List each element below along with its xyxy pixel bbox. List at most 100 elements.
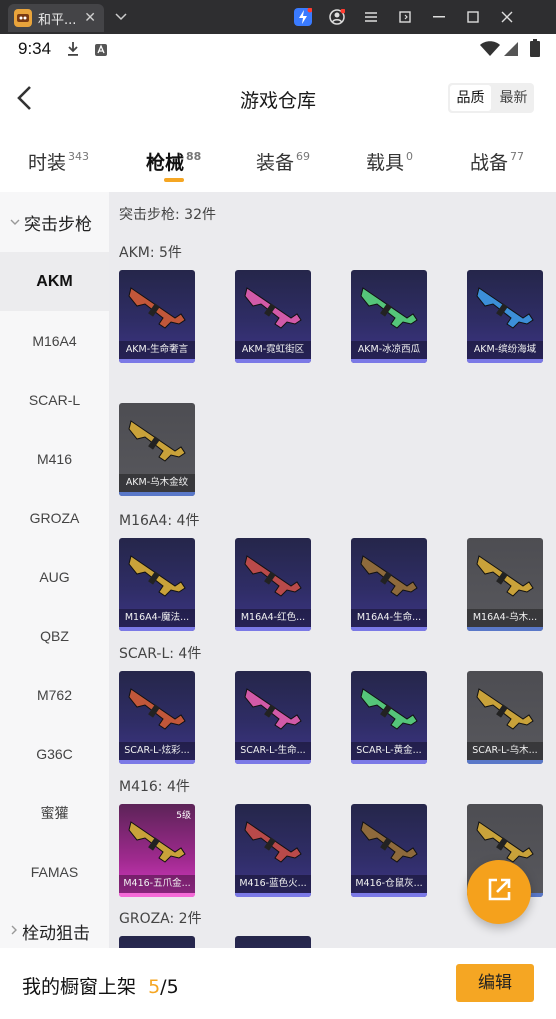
sidebar-group-assault-rifles[interactable]: 突击步枪	[0, 192, 109, 252]
tab-fashion[interactable]: 时装 343	[28, 148, 89, 175]
status-time: 9:34	[18, 39, 52, 58]
sidebar-item-famas[interactable]: FAMAS	[0, 842, 109, 901]
tab-supplies[interactable]: 战备 77	[470, 148, 524, 175]
rifle-icon	[244, 287, 302, 329]
app-header: 游戏仓库 品质 最新	[0, 64, 556, 132]
showcase-bar: 我的橱窗上架 5/5 编辑	[0, 948, 556, 1019]
level-badge: 5级	[176, 811, 191, 821]
sidebar-item-g36c[interactable]: G36C	[0, 724, 109, 783]
item-card-label: M16A4-魔法...	[119, 609, 195, 627]
section-title: 突击步枪: 32件	[119, 207, 216, 223]
rifle-icon	[476, 688, 534, 730]
tab-label: 装备	[256, 152, 295, 174]
tab-close-icon[interactable]: ✕	[84, 10, 96, 26]
sidebar-item-honey-badger[interactable]: 蜜獾	[0, 783, 109, 842]
rarity-bar	[467, 760, 543, 764]
group-title: AKM: 5件	[119, 245, 182, 261]
sidebar-group-bolt-snipers[interactable]: 栓动狙击	[0, 901, 109, 948]
showcase-total-count: 5	[166, 976, 179, 998]
item-card[interactable]: AKM-霓虹街区	[235, 270, 311, 363]
item-card[interactable]: M416-蓝色火...	[235, 804, 311, 897]
tab-dropdown-icon[interactable]	[112, 8, 130, 26]
item-card-label: M416-仓鼠灰...	[351, 875, 427, 893]
sidebar-item-groza[interactable]: GROZA	[0, 488, 109, 547]
share-button[interactable]	[467, 860, 531, 924]
chevron-right-icon	[10, 924, 18, 938]
rarity-bar	[467, 359, 543, 363]
rifle-icon	[244, 555, 302, 597]
item-card[interactable]: AKM-缤纷海域	[467, 270, 543, 363]
rifle-icon	[476, 555, 534, 597]
item-card[interactable]: M16A4-生命...	[351, 538, 427, 631]
tab-guns[interactable]: 枪械 88	[146, 148, 201, 175]
account-icon[interactable]	[328, 8, 346, 26]
showcase-status: 我的橱窗上架 5/5	[22, 972, 179, 999]
rarity-bar	[235, 893, 311, 897]
item-card[interactable]: M16A4-红色...	[235, 538, 311, 631]
sidebar-item-m16a4[interactable]: M16A4	[0, 311, 109, 370]
sort-latest-button[interactable]: 最新	[493, 83, 534, 113]
app-favicon-icon	[14, 9, 32, 27]
sort-quality-button[interactable]: 品质	[450, 85, 491, 111]
notification-icon	[94, 42, 108, 61]
item-card[interactable]: AKM-乌木金纹	[119, 403, 195, 496]
share-external-icon	[485, 876, 513, 908]
app-frame: 和平... ✕ 9:34 游戏仓库 品质 最新 时装 343 枪械 88 装备 …	[0, 0, 556, 1019]
tab-label: 载具	[366, 152, 405, 174]
rarity-bar	[119, 893, 195, 897]
minimize-icon[interactable]	[430, 8, 448, 26]
tab-count: 69	[296, 150, 311, 163]
maximize-icon[interactable]	[464, 8, 482, 26]
item-card-label: SCAR-L-生命...	[235, 742, 311, 760]
item-card-label: M416-五爪金...	[119, 875, 195, 893]
sort-toggle: 品质 最新	[448, 83, 534, 113]
sidebar-item-qbz[interactable]: QBZ	[0, 606, 109, 665]
item-card[interactable]: AKM-生命奢言	[119, 270, 195, 363]
rifle-icon	[244, 688, 302, 730]
item-card[interactable]: AKM-冰凉西瓜	[351, 270, 427, 363]
window-close-icon[interactable]	[498, 8, 516, 26]
rarity-bar	[119, 492, 195, 496]
battery-icon	[530, 39, 540, 61]
browser-tab[interactable]: 和平... ✕	[8, 4, 104, 32]
screenshot-icon[interactable]	[396, 8, 414, 26]
rarity-bar	[119, 627, 195, 631]
sidebar-item-aug[interactable]: AUG	[0, 547, 109, 606]
category-tabs: 时装 343 枪械 88 装备 69 载具 0 战备 77	[0, 132, 556, 192]
rifle-icon	[128, 555, 186, 597]
item-card[interactable]: M416-仓鼠灰...	[351, 804, 427, 897]
item-card-label: M16A4-乌木...	[467, 609, 543, 627]
rarity-bar	[351, 627, 427, 631]
subcategory-sidebar: 突击步枪 AKM M16A4 SCAR-L M416 GROZA AUG QBZ…	[0, 192, 109, 948]
rifle-icon	[128, 287, 186, 329]
item-card[interactable]: M16A4-乌木...	[467, 538, 543, 631]
item-card[interactable]: M16A4-魔法...	[119, 538, 195, 631]
sidebar-item-m416[interactable]: M416	[0, 429, 109, 488]
item-card[interactable]: SCAR-L-乌木...	[467, 671, 543, 764]
boost-icon[interactable]	[294, 8, 312, 26]
sidebar-item-akm[interactable]: AKM	[0, 252, 109, 311]
tab-count: 77	[510, 150, 525, 163]
item-card[interactable]: SCAR-L-炫彩...	[119, 671, 195, 764]
rarity-bar	[235, 359, 311, 363]
edit-button[interactable]: 编辑	[456, 964, 534, 1002]
sidebar-group-label: 突击步枪	[24, 214, 92, 235]
rarity-bar	[235, 760, 311, 764]
item-card[interactable]	[235, 936, 311, 948]
menu-icon[interactable]	[362, 8, 380, 26]
showcase-shown-count: 5	[148, 976, 161, 998]
sidebar-item-m762[interactable]: M762	[0, 665, 109, 724]
item-card[interactable]: SCAR-L-生命...	[235, 671, 311, 764]
item-card[interactable]: SCAR-L-黄金...	[351, 671, 427, 764]
rarity-bar	[351, 359, 427, 363]
tab-label: 时装	[28, 152, 67, 174]
tab-title: 和平...	[38, 12, 77, 28]
tab-equipment[interactable]: 装备 69	[256, 148, 310, 175]
item-card-label: M16A4-红色...	[235, 609, 311, 627]
item-card[interactable]: 5级 M416-五爪金...	[119, 804, 195, 897]
rarity-bar	[467, 627, 543, 631]
tab-vehicles[interactable]: 载具 0	[366, 148, 413, 175]
sidebar-item-scar-l[interactable]: SCAR-L	[0, 370, 109, 429]
group-title: GROZA: 2件	[119, 911, 202, 927]
item-card[interactable]	[119, 936, 195, 948]
